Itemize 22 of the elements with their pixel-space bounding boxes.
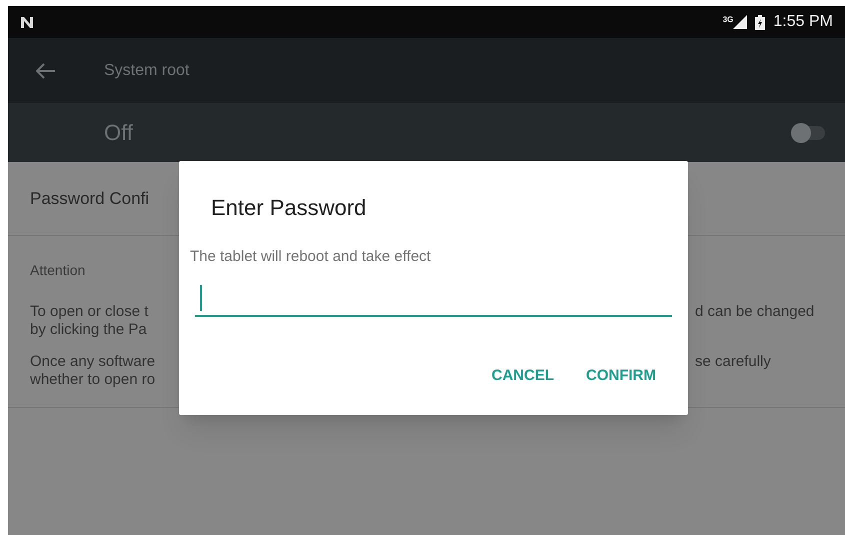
toggle-switch[interactable] [791, 122, 825, 142]
attention-text: d can be changed [695, 303, 816, 321]
attention-text: whether to open ro [30, 371, 156, 389]
section-title: Attention [30, 261, 86, 280]
attention-text: To open or close t [30, 303, 148, 321]
attention-text: Once any software [30, 353, 156, 371]
dialog-title: Enter Password [211, 194, 368, 222]
battery-charging-icon [755, 14, 766, 30]
signal-icon [733, 15, 748, 29]
confirm-button[interactable]: CONFIRM [586, 364, 656, 387]
switch-label: Off [104, 119, 134, 147]
app-bar-title: System root [104, 60, 190, 80]
back-arrow-icon [36, 62, 56, 78]
attention-text: by clicking the Pa [30, 321, 147, 339]
password-setting-item[interactable]: Password Confi [30, 186, 150, 212]
attention-text: se carefully [695, 353, 772, 371]
dialog-message: The tablet will reboot and take effect [190, 247, 432, 267]
text-cursor [200, 284, 202, 310]
network-type: 3G [722, 14, 734, 26]
cancel-button[interactable]: CANCEL [492, 364, 554, 387]
notification-logo-icon [20, 16, 34, 28]
status-time: 1:55 PM [773, 12, 833, 32]
